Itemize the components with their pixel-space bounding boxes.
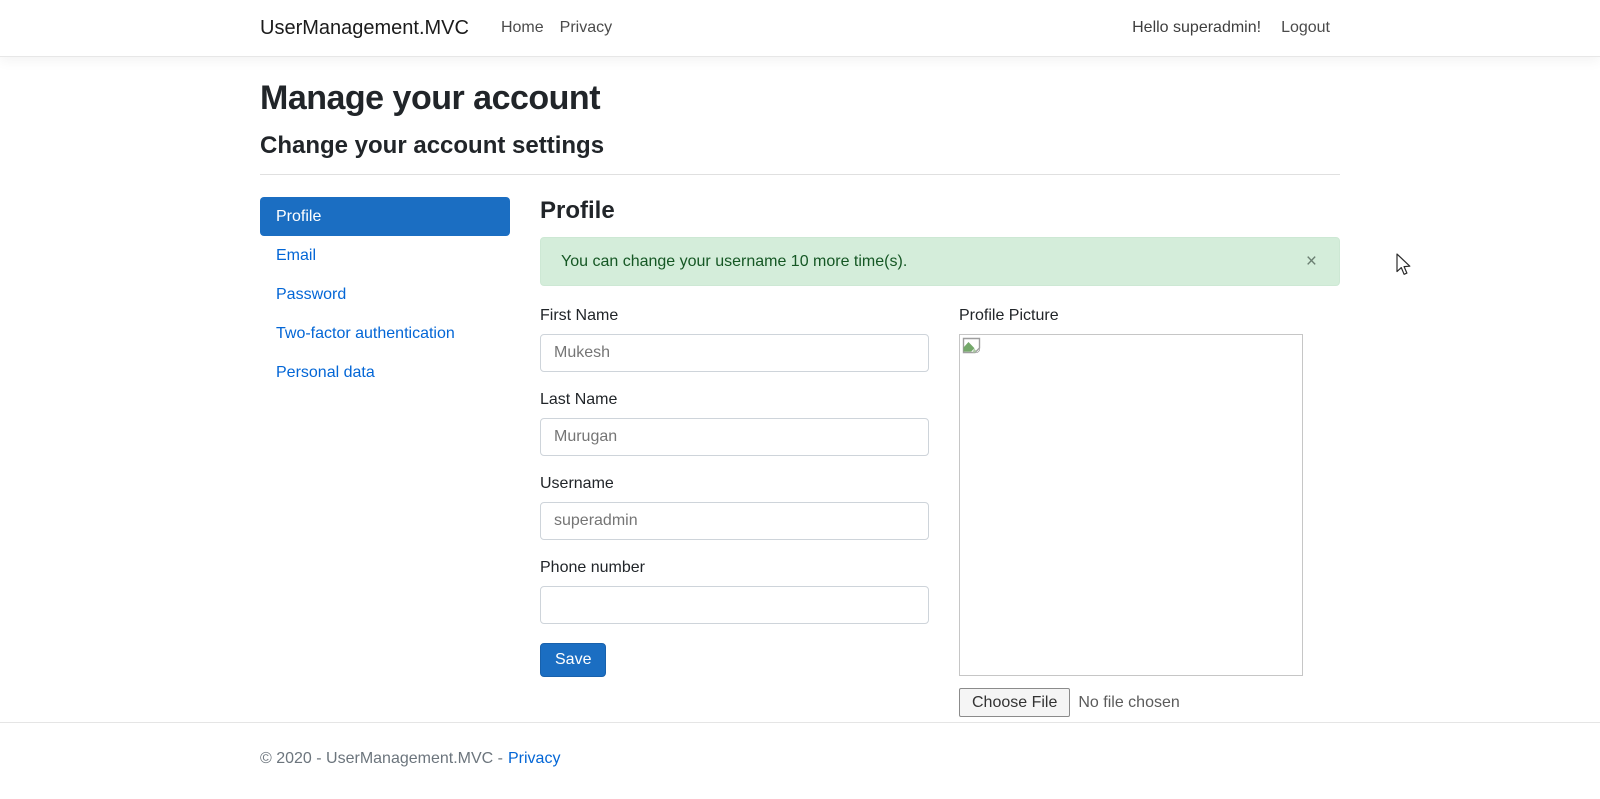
header-divider (260, 174, 1340, 175)
sidebar-item-password[interactable]: Password (260, 275, 510, 314)
first-name-field[interactable] (540, 334, 929, 372)
alert-close-button[interactable]: × (1304, 252, 1319, 271)
footer-privacy-link[interactable]: Privacy (508, 750, 560, 767)
status-alert-message: You can change your username 10 more tim… (561, 252, 908, 270)
profile-section: Profile You can change your username 10 … (540, 197, 1340, 717)
last-name-label: Last Name (540, 391, 618, 408)
choose-file-button[interactable]: Choose File (959, 688, 1071, 717)
page-main: Manage your account Change your account … (0, 57, 1600, 722)
page-title: Manage your account (260, 79, 601, 117)
navbar-right: Hello superadmin! Logout (1122, 11, 1340, 45)
sidebar-item-personal-data[interactable]: Personal data (260, 353, 510, 392)
copyright-text: © 2020 - UserManagement.MVC - (260, 750, 503, 767)
last-name-field[interactable] (540, 418, 929, 456)
username-label: Username (540, 475, 614, 492)
page-footer: © 2020 - UserManagement.MVC - Privacy (0, 722, 1600, 799)
status-alert: You can change your username 10 more tim… (540, 237, 1340, 286)
first-name-label: First Name (540, 307, 619, 324)
sidebar-item-email[interactable]: Email (260, 236, 510, 275)
profile-picture-label: Profile Picture (959, 307, 1059, 324)
nav-link-home[interactable]: Home (493, 11, 552, 45)
profile-picture-panel: Profile Picture Choose File No file chos… (959, 307, 1340, 717)
top-navbar: UserManagement.MVC Home Privacy Hello su… (0, 0, 1600, 57)
username-field[interactable] (540, 502, 929, 540)
profile-form: First Name Last Name Username Phone (540, 307, 929, 717)
nav-link-privacy[interactable]: Privacy (552, 11, 620, 45)
account-sidebar: Profile Email Password Two-factor authen… (260, 197, 510, 717)
profile-picture-frame (959, 334, 1303, 676)
page-subtitle: Change your account settings (260, 132, 605, 159)
file-input: Choose File No file chosen (959, 688, 1340, 717)
broken-image-icon (962, 337, 981, 354)
app-brand[interactable]: UserManagement.MVC (260, 17, 469, 40)
user-greeting-link[interactable]: Hello superadmin! (1122, 11, 1271, 45)
section-title: Profile (540, 197, 615, 224)
sidebar-item-profile[interactable]: Profile (260, 197, 510, 236)
file-status-text: No file chosen (1078, 693, 1180, 711)
sidebar-item-two-factor[interactable]: Two-factor authentication (260, 314, 510, 353)
save-button[interactable]: Save (540, 643, 607, 677)
logout-button[interactable]: Logout (1271, 11, 1340, 45)
phone-number-label: Phone number (540, 559, 645, 576)
phone-number-field[interactable] (540, 586, 929, 624)
